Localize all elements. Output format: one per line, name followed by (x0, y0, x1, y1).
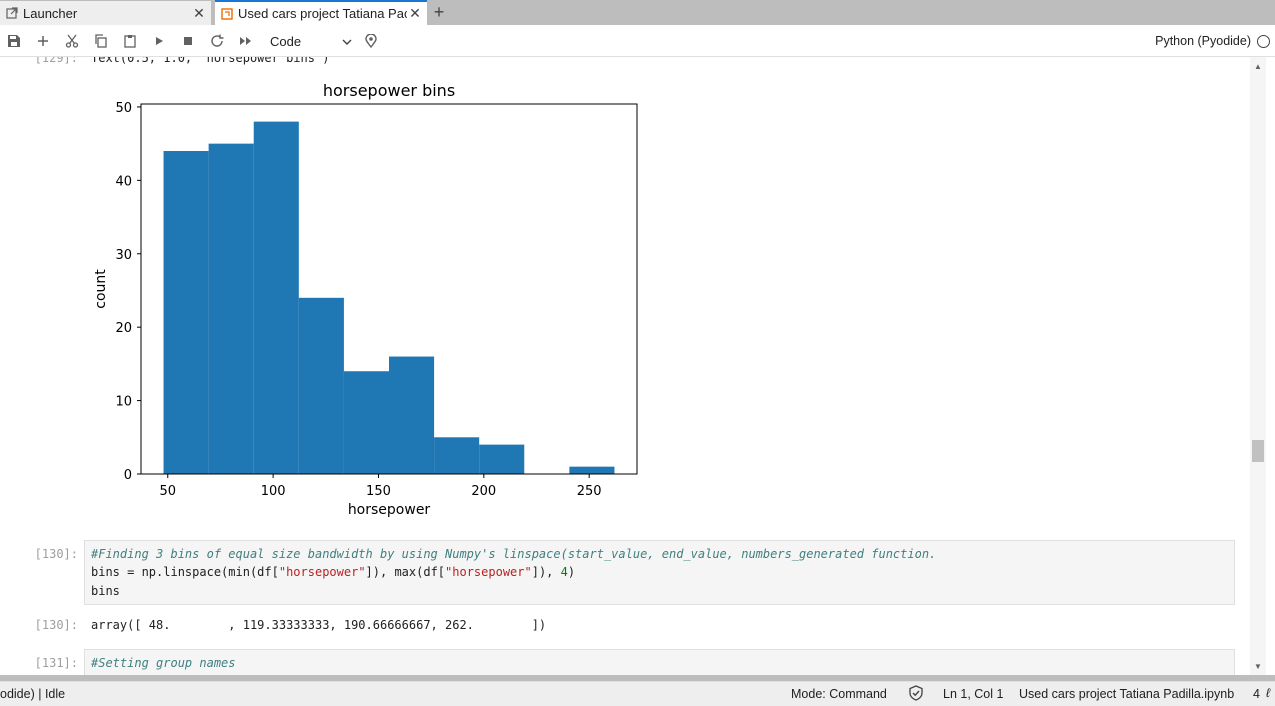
tab-label: Launcher (23, 5, 78, 21)
histogram-bar (253, 121, 299, 474)
add-cell-icon[interactable] (33, 31, 53, 51)
y-tick-label: 50 (115, 101, 132, 116)
stop-icon[interactable] (178, 31, 198, 51)
code-token: "horsepower" (445, 565, 532, 579)
code-cell-input[interactable]: #Finding 3 bins of equal size bandwidth … (84, 540, 1235, 605)
file-name: Used cars project Tatiana Padilla.ipynb (1019, 687, 1235, 701)
code-cell-input[interactable]: #Setting group names (84, 649, 1235, 675)
kernel-name: Python (Pyodide) (1155, 34, 1251, 48)
vertical-scrollbar[interactable]: ▲ ▼ (1250, 57, 1266, 675)
x-tick-label: 50 (159, 484, 176, 499)
tab-bar: Launcher ✕ Used cars project Tatiana Pac… (0, 0, 1275, 25)
x-tick-label: 100 (261, 484, 286, 499)
cell-type-select[interactable]: Code (266, 30, 352, 52)
cursor-position[interactable]: Ln 1, Col 1 (943, 687, 1003, 701)
code-token: bins = np.linspace(min(df[ (91, 565, 279, 579)
shield-check-icon[interactable] (908, 685, 924, 704)
mode-indicator[interactable]: Mode: Command (791, 687, 887, 701)
histogram-bar (389, 356, 435, 474)
cell-type-value: Code (270, 33, 302, 49)
input-prompt: [131]: (34, 656, 78, 670)
kernel-status-icon (1257, 34, 1270, 48)
scroll-down-icon[interactable]: ▼ (1253, 661, 1263, 671)
notebook-icon (221, 7, 233, 20)
paste-icon[interactable] (120, 31, 140, 51)
location-pin-icon[interactable] (361, 31, 381, 51)
output-text: Text(0.5, 1.0, 'horsepower bins') (91, 57, 330, 65)
x-tick-label: 250 (577, 484, 602, 499)
histogram-bar (569, 466, 615, 474)
code-token: ]), max(df[ (365, 565, 446, 579)
code-line: #Finding 3 bins of equal size bandwidth … (91, 547, 937, 561)
output-prompt: [130]: (34, 618, 78, 632)
launcher-icon (6, 7, 18, 19)
y-tick-label: 30 (115, 248, 132, 263)
histogram-bar (163, 150, 209, 474)
y-axis-label: count (93, 269, 109, 309)
scroll-thumb[interactable] (1252, 440, 1264, 462)
add-tab-button[interactable]: + (428, 1, 450, 24)
output-prompt: [129]: (34, 57, 78, 65)
notebook-panel: [129]: Text(0.5, 1.0, 'horsepower bins')… (0, 57, 1250, 675)
close-icon[interactable]: ✕ (191, 5, 207, 21)
code-token: 4 (560, 565, 568, 579)
status-bar: odide) | Idle Mode: Command Ln 1, Col 1 … (0, 681, 1275, 706)
save-icon[interactable] (4, 31, 24, 51)
x-axis-label: horsepower (348, 502, 431, 518)
histogram-bar (208, 143, 254, 474)
scroll-up-icon[interactable]: ▲ (1253, 61, 1263, 71)
input-prompt: [130]: (34, 547, 78, 561)
output-text: array([ 48. , 119.33333333, 190.66666667… (91, 618, 547, 632)
code-token: ) (567, 565, 576, 579)
code-token: "horsepower" (278, 565, 366, 579)
y-tick-label: 20 (115, 321, 132, 336)
run-icon[interactable] (149, 31, 169, 51)
histogram-bar (298, 297, 344, 474)
histogram-bar (479, 444, 525, 474)
chevron-down-icon (342, 34, 352, 49)
notebook-toolbar: Code Python (Pyodide) (0, 25, 1275, 57)
code-token: ]), (531, 565, 561, 579)
tab-label: Used cars project Tatiana Pac (238, 6, 407, 21)
partial-icon: ℓ (1266, 686, 1271, 700)
code-line: bins (91, 584, 120, 598)
histogram-bar (343, 371, 389, 474)
close-icon[interactable]: ✕ (407, 5, 423, 22)
tab-launcher[interactable]: Launcher ✕ (0, 1, 212, 25)
x-tick-label: 150 (366, 484, 391, 499)
y-tick-label: 10 (115, 395, 132, 410)
histogram-chart: 50 100 150 200 250 0 10 20 30 40 50 horsepower bins… (93, 81, 638, 518)
tab-notebook[interactable]: Used cars project Tatiana Pac ✕ (215, 0, 427, 25)
cut-icon[interactable] (62, 31, 82, 51)
y-tick-label: 0 (124, 468, 132, 483)
kernel-status[interactable]: odide) | Idle (0, 687, 65, 701)
copy-icon[interactable] (91, 31, 111, 51)
code-line: #Setting group names (91, 656, 236, 670)
y-tick-label: 40 (115, 174, 132, 189)
code-line: bins = np.linspace(min(df["horsepower"])… (91, 565, 575, 579)
x-tick-label: 200 (471, 484, 496, 499)
status-number: 4 (1253, 687, 1260, 701)
kernel-indicator[interactable]: Python (Pyodide) (1155, 32, 1270, 50)
chart-title: horsepower bins (323, 81, 455, 100)
fast-forward-icon[interactable] (236, 31, 256, 51)
histogram-bar (434, 437, 480, 474)
restart-icon[interactable] (207, 31, 227, 51)
